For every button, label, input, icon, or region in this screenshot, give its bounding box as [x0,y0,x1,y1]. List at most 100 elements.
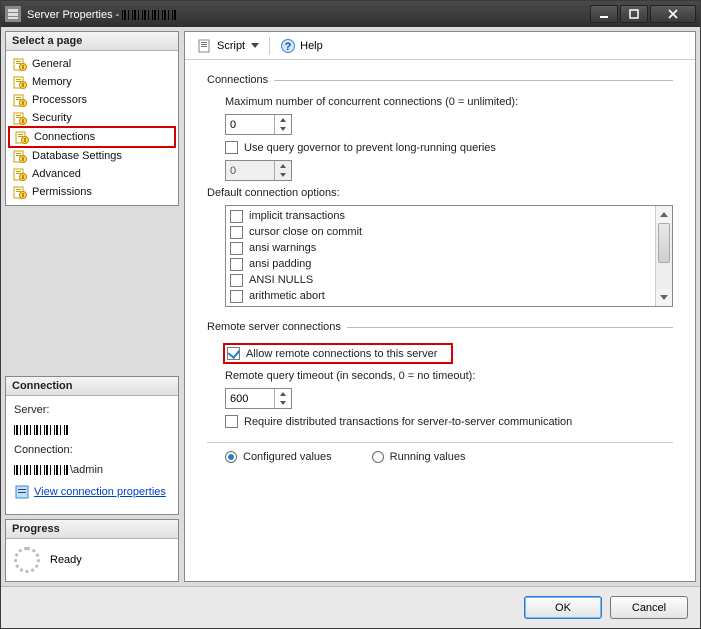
sidebar-item-database-settings[interactable]: Database Settings [8,147,176,165]
script-button[interactable]: Script [193,36,263,56]
option-checkbox[interactable] [230,242,243,255]
running-label: Running values [390,451,466,463]
list-item[interactable]: ANSI NULLS [228,272,653,288]
left-column: Select a page GeneralMemory Processors Sec… [5,31,179,582]
dtc-row[interactable]: Require distributed transactions for ser… [225,415,673,428]
sidebar-item-label: Permissions [32,186,92,198]
page-icon [12,110,28,126]
sidebar-item-general[interactable]: General [8,55,176,73]
sidebar-item-permissions[interactable]: Permissions [8,183,176,201]
minimize-button[interactable] [590,5,618,23]
connections-group: Connections Maximum number of concurrent… [207,74,673,307]
list-item[interactable]: cursor close on commit [228,224,653,240]
help-icon: ? [280,38,296,54]
radio-icon[interactable] [225,451,237,463]
list-item[interactable]: ansi padding [228,256,653,272]
progress-header: Progress [6,520,178,539]
timeout-label: Remote query timeout (in seconds, 0 = no… [225,370,673,382]
view-connection-properties-link[interactable]: View connection properties [34,486,166,498]
sidebar-item-processors[interactable]: Processors [8,91,176,109]
option-label: ansi warnings [249,242,316,254]
sidebar-item-memory[interactable]: Memory [8,73,176,91]
connection-header: Connection [6,377,178,396]
scroll-track[interactable] [656,223,672,289]
left-spacer [5,210,179,372]
spin-up-icon[interactable] [275,115,291,125]
max-conn-label: Maximum number of concurrent connections… [225,96,673,108]
dtc-checkbox[interactable] [225,415,238,428]
spin-down-icon[interactable] [275,399,291,409]
configured-label: Configured values [243,451,332,463]
ok-button[interactable]: OK [524,596,602,619]
allow-remote-checkbox[interactable] [227,347,240,360]
option-label: ANSI NULLS [249,274,313,286]
sidebar-item-advanced[interactable]: Advanced [8,165,176,183]
configured-radio[interactable]: Configured values [225,451,332,463]
view-conn-props-row: View connection properties [14,484,170,500]
running-radio[interactable]: Running values [372,451,466,463]
nav-list: GeneralMemory Processors Security Connectio… [6,51,178,205]
sidebar-item-label: Processors [32,94,87,106]
radio-icon[interactable] [372,451,384,463]
governor-row[interactable]: Use query governor to prevent long-runni… [225,141,673,154]
option-checkbox[interactable] [230,258,243,271]
scrollbar[interactable] [655,206,672,306]
option-label: implicit transactions [249,210,345,222]
connection-body: Server: Connection: \admin View connecti… [6,396,178,514]
list-item[interactable]: arithmetic abort [228,288,653,304]
window-title-text: Server Properties - [27,9,122,21]
content: Connections Maximum number of concurrent… [185,60,695,581]
window-body: Select a page GeneralMemory Processors Sec… [1,27,700,586]
maximize-button[interactable] [620,5,648,23]
spin-up-icon [275,161,291,171]
governor-label: Use query governor to prevent long-runni… [244,142,496,154]
list-item[interactable]: ansi warnings [228,240,653,256]
max-conn-field [225,114,673,135]
spin-up-icon[interactable] [275,389,291,399]
governor-stepper [225,160,292,181]
window-buttons [590,5,696,23]
titlebar[interactable]: Server Properties - [1,1,700,27]
allow-remote-label: Allow remote connections to this server [246,348,437,360]
governor-checkbox[interactable] [225,141,238,154]
window-title: Server Properties - [27,7,590,21]
scroll-down-button[interactable] [656,289,672,306]
progress-status: Ready [50,554,82,566]
help-button[interactable]: ? Help [276,36,327,56]
scroll-thumb[interactable] [658,223,670,263]
server-value [14,424,170,436]
timeout-input[interactable] [226,389,274,408]
separator [207,442,673,443]
sidebar-item-security[interactable]: Security [8,109,176,127]
timeout-stepper[interactable] [225,388,292,409]
close-button[interactable] [650,5,696,23]
max-conn-stepper[interactable] [225,114,292,135]
progress-spinner-icon [14,547,40,573]
default-opts-label: Default connection options: [207,187,673,199]
select-page-header: Select a page [6,32,178,51]
select-page-panel: Select a page GeneralMemory Processors Sec… [5,31,179,206]
spin-down-icon [275,171,291,181]
list-item[interactable]: implicit transactions [228,208,653,224]
server-name-obscured [122,10,178,20]
option-checkbox[interactable] [230,274,243,287]
toolbar: Script ? Help [185,32,695,60]
spin-down-icon[interactable] [275,125,291,135]
default-options-listbox[interactable]: implicit transactions cursor close on com… [225,205,673,307]
progress-panel: Progress Ready [5,519,179,582]
page-icon [12,184,28,200]
sidebar-item-label: Connections [34,131,95,143]
option-checkbox[interactable] [230,290,243,303]
page-icon [14,129,30,145]
sidebar-item-connections[interactable]: Connections [8,126,176,148]
option-checkbox[interactable] [230,226,243,239]
scroll-up-button[interactable] [656,206,672,223]
option-checkbox[interactable] [230,210,243,223]
server-label: Server: [14,404,170,416]
dtc-label: Require distributed transactions for ser… [244,416,572,428]
connection-panel: Connection Server: Connection: \admin Vi… [5,376,179,515]
sidebar-item-label: Advanced [32,168,81,180]
max-conn-input[interactable] [226,115,274,134]
cancel-button[interactable]: Cancel [610,596,688,619]
script-label: Script [217,40,245,52]
